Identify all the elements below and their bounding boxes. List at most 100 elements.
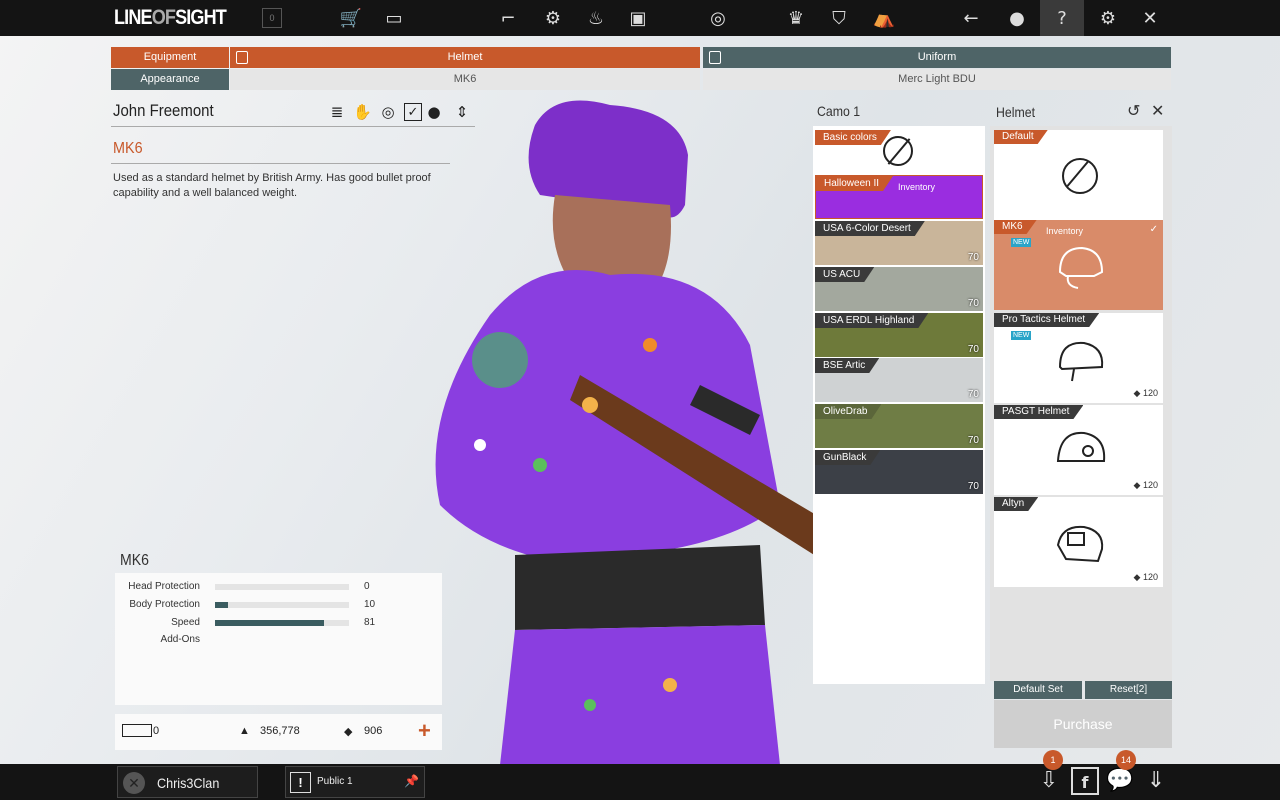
camo-item-us-acu[interactable]: US ACU 70 [815, 267, 983, 311]
helmet-item-pro-tactics[interactable]: Pro Tactics Helmet NEW ◆ 120 [994, 313, 1163, 403]
camo-item-label: US ACU [815, 267, 874, 282]
camo-price: 70 [967, 389, 979, 400]
download-badge: 1 [1043, 750, 1063, 770]
helmet-price: ◆ 120 [1133, 388, 1158, 398]
stat-row-head-protection: Head Protection 0 [115, 581, 442, 597]
close-panel-icon[interactable]: ✕ [1151, 101, 1164, 120]
hand-icon[interactable]: ✋ [353, 103, 372, 121]
helmet-price-value: 120 [1142, 572, 1158, 582]
addons-row: Add-Ons [115, 634, 442, 650]
camo-item-label: GunBlack [815, 450, 880, 465]
pin-icon[interactable]: 📌 [404, 774, 419, 788]
divider [111, 163, 450, 164]
tab-helmet[interactable]: Helmet [230, 47, 700, 68]
pasgt-helmet-icon [1056, 431, 1106, 462]
camp-tent-icon[interactable]: ⛺ [871, 5, 897, 31]
camo-item-olivedrab[interactable]: OliveDrab 70 [815, 404, 983, 448]
camo-price: 70 [967, 435, 979, 446]
shop-cart-icon[interactable]: 🛒 [338, 5, 364, 31]
target-icon[interactable]: ◎ [705, 5, 731, 31]
helmet-item-mk6[interactable]: MK6 NEW Inventory ✓ [994, 220, 1163, 310]
alert-icon: ! [290, 772, 311, 793]
helmet-tab-icon [236, 51, 248, 64]
helmet-price-value: 120 [1142, 388, 1158, 398]
camo-item-bse-artic[interactable]: BSE Artic 70 [815, 358, 983, 402]
uniform-tab-icon [709, 51, 721, 64]
camo-item-label: Halloween II [816, 176, 893, 191]
undo-icon[interactable]: ↺ [1127, 101, 1140, 120]
stat-fill [215, 620, 324, 626]
helmet-item-altyn[interactable]: Altyn ◆ 120 [994, 497, 1163, 587]
chat-channel-button[interactable]: ! Public 1 📌 [285, 766, 425, 798]
camo-item-label: OliveDrab [815, 404, 881, 419]
tab-uniform-label: Uniform [917, 51, 957, 63]
chat-room-name: Public 1 [317, 776, 353, 787]
camo-item-desert[interactable]: USA 6-Color Desert 70 [815, 221, 983, 265]
camo-item-label: Basic colors [815, 130, 891, 145]
stat-bar [215, 584, 349, 590]
facebook-icon[interactable]: f [1071, 767, 1099, 795]
trophy-icon[interactable]: ♛ [783, 5, 809, 31]
camo-item-erdl[interactable]: USA ERDL Highland 70 [815, 313, 983, 357]
hint-bulb-icon[interactable]: ● [1004, 5, 1030, 31]
storage-box-icon[interactable]: ▣ [625, 5, 651, 31]
close-icon[interactable]: ✕ [1137, 5, 1163, 31]
helmet-item-label: Pro Tactics Helmet [994, 313, 1099, 327]
item-description: Used as a standard helmet by British Arm… [113, 172, 431, 199]
purchase-button[interactable]: Purchase [994, 700, 1172, 748]
camo-list: Basic colors Halloween II Inventory USA … [813, 126, 985, 684]
inventory-tag: Inventory [1046, 226, 1084, 236]
helmet-item-label: MK6 [994, 220, 1037, 234]
download-icon[interactable]: ⇩ [1035, 767, 1063, 795]
fire-icon[interactable]: ♨ [583, 5, 609, 31]
new-badge: NEW [1011, 238, 1032, 247]
help-question-icon[interactable]: ? [1040, 0, 1084, 36]
stat-value: 10 [364, 599, 376, 610]
chat-badge: 14 [1116, 750, 1136, 770]
no-helmet-icon [1062, 158, 1098, 194]
reset-button[interactable]: Reset[2] [1085, 681, 1172, 699]
default-set-button[interactable]: Default Set [994, 681, 1082, 699]
chat-bubble-icon[interactable]: 💬 [1106, 767, 1134, 795]
camo-item-label: USA 6-Color Desert [815, 221, 925, 236]
stats-title: MK6 [120, 552, 149, 569]
stat-row-speed: Speed 81 [115, 617, 442, 633]
helmet-item-default[interactable]: Default [994, 130, 1163, 220]
shield-icon[interactable]: ⛉ [826, 5, 852, 31]
helmet-item-label: Default [994, 130, 1048, 144]
camo-item-basic-colors[interactable]: Basic colors [815, 130, 983, 174]
tab-uniform[interactable]: Uniform [703, 47, 1171, 68]
helmet-list: Default MK6 NEW Inventory ✓ Pro Tactics … [990, 126, 1172, 681]
camo-price: 70 [967, 298, 979, 309]
helmet-item-pasgt[interactable]: PASGT Helmet ◆ 120 [994, 405, 1163, 495]
gear-customize-icon[interactable]: ⚙ [540, 5, 566, 31]
camo-item-label: USA ERDL Highland [815, 313, 928, 328]
tab-appearance[interactable]: Appearance [111, 69, 229, 90]
zp-diamond-icon: ◆ [344, 726, 353, 738]
pro-tactics-helmet-icon [1058, 341, 1104, 382]
list-view-icon[interactable]: ≣ [328, 103, 346, 121]
gp-icon: ▲ [239, 725, 250, 737]
add-currency-button[interactable]: + [418, 718, 431, 744]
character-name: John Freemont [113, 101, 214, 120]
back-arrow-icon[interactable]: ← [958, 5, 984, 31]
weapon-customize-icon[interactable]: ⌐ [495, 5, 521, 31]
aim-target-icon[interactable]: ◎ [379, 103, 397, 121]
helmet-item-label: PASGT Helmet [994, 405, 1083, 419]
camo-item-halloween[interactable]: Halloween II Inventory [815, 175, 983, 219]
clan-button[interactable]: ✕ Chris3Clan [117, 766, 258, 798]
stat-bar [215, 620, 349, 626]
stat-value: 81 [364, 617, 376, 628]
camo-item-gunblack[interactable]: GunBlack 70 [815, 450, 983, 494]
tab-helmet-label: Helmet [447, 51, 483, 63]
stats-panel: Head Protection 0 Body Protection 10 Spe… [115, 573, 442, 705]
collapse-arrow-icon[interactable]: ⇓ [1142, 767, 1170, 795]
camo-price: 70 [967, 344, 979, 355]
no-camo-icon [883, 136, 913, 166]
stat-value: 0 [364, 581, 370, 592]
tab-equipment[interactable]: Equipment [111, 47, 229, 68]
inventory-icon[interactable]: ▭ [381, 5, 407, 31]
gp-balance: 356,778 [260, 725, 300, 737]
clan-name: Chris3Clan [157, 775, 220, 791]
settings-gear-icon[interactable]: ⚙ [1095, 5, 1121, 31]
